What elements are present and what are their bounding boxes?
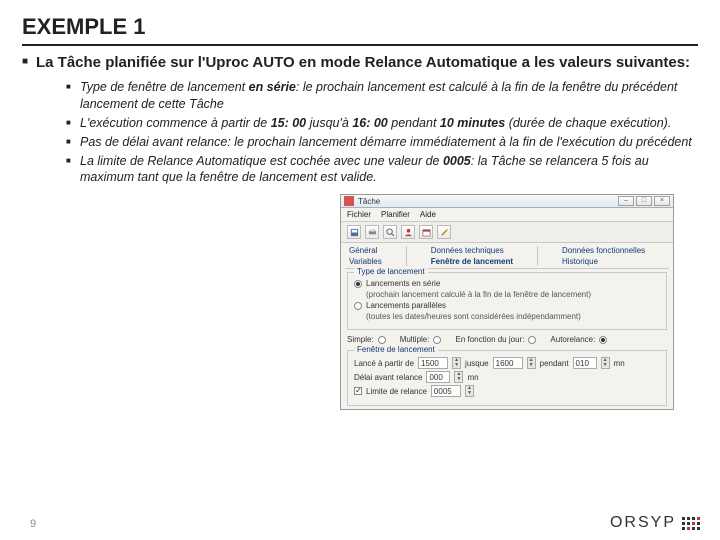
- page-title: EXEMPLE 1: [22, 14, 698, 46]
- window-title: Tâche: [358, 197, 618, 206]
- menu-planifier[interactable]: Planifier: [381, 210, 410, 219]
- input-delai[interactable]: 000: [426, 371, 450, 383]
- input-to[interactable]: 1600: [493, 357, 523, 369]
- spin-delai[interactable]: ▲▼: [454, 371, 463, 383]
- input-minutes[interactable]: 010: [573, 357, 597, 369]
- brand-text: ORSYP: [610, 514, 676, 532]
- radio-parallele-sub: (toutes les dates/heures sont considérée…: [366, 312, 581, 321]
- label-jusque: jusque: [465, 359, 489, 368]
- group-type-lancement: Type de lancement Lancements en série (p…: [347, 272, 667, 330]
- wand-icon[interactable]: [437, 225, 451, 239]
- tab-historique[interactable]: Historique: [562, 257, 645, 266]
- user-icon[interactable]: [401, 225, 415, 239]
- radio-multiple[interactable]: [433, 336, 441, 344]
- preview-icon[interactable]: [383, 225, 397, 239]
- group-fenetre-lancement: Fenêtre de lancement Lancé à partir de 1…: [347, 350, 667, 406]
- label-fonction: En fonction du jour:: [455, 335, 524, 344]
- spin-minutes[interactable]: ▲▼: [601, 357, 610, 369]
- brand-logo: ORSYP: [610, 514, 700, 532]
- input-relance[interactable]: 0005: [431, 385, 461, 397]
- radio-autorelance[interactable]: [599, 336, 607, 344]
- label-delai: Délai avant relance: [354, 373, 422, 382]
- label-simple: Simple:: [347, 335, 374, 344]
- tab-general[interactable]: Général: [349, 246, 382, 255]
- label-mn: mn: [614, 359, 625, 368]
- legend-type: Type de lancement: [354, 267, 428, 276]
- lead-text: La Tâche planifiée sur l'Uproc AUTO en m…: [22, 54, 698, 71]
- minimize-button[interactable]: –: [618, 196, 634, 206]
- spin-from[interactable]: ▲▼: [452, 357, 461, 369]
- radio-simple[interactable]: [378, 336, 386, 344]
- bullet-1: Type de fenêtre de lancement en série: l…: [66, 79, 698, 113]
- calendar-icon[interactable]: [419, 225, 433, 239]
- legend-fenetre: Fenêtre de lancement: [354, 345, 438, 354]
- tab-donnees-techniques[interactable]: Données techniques: [431, 246, 513, 255]
- save-icon[interactable]: [347, 225, 361, 239]
- radio-serie-sub: (prochain lancement calculé à la fin de …: [366, 290, 591, 299]
- tab-donnees-fonctionnelles[interactable]: Données fonctionnelles: [562, 246, 645, 255]
- bullet-4: La limite de Relance Automatique est coc…: [66, 153, 698, 187]
- label-autorelance: Autorelance:: [550, 335, 595, 344]
- brand-dots-icon: [682, 517, 700, 530]
- maximize-button[interactable]: □: [636, 196, 652, 206]
- radio-parallele[interactable]: [354, 302, 362, 310]
- label-pendant: pendant: [540, 359, 569, 368]
- menu-aide[interactable]: Aide: [420, 210, 436, 219]
- toolbar: [341, 222, 673, 243]
- input-from[interactable]: 1500: [418, 357, 448, 369]
- app-icon: [344, 196, 354, 206]
- app-window: Tâche – □ × Fichier Planifier Aide Génér…: [340, 194, 674, 410]
- spin-relance[interactable]: ▲▼: [465, 385, 474, 397]
- close-button[interactable]: ×: [654, 196, 670, 206]
- page-number: 9: [30, 518, 36, 530]
- label-multiple: Multiple:: [400, 335, 430, 344]
- label-relance: Limite de relance: [366, 387, 427, 396]
- label-mn2: mn: [467, 373, 478, 382]
- checkbox-relance[interactable]: [354, 387, 362, 395]
- bullet-3: Pas de délai avant relance: le prochain …: [66, 134, 698, 151]
- tabs: Général Variables Données techniques Fen…: [341, 243, 673, 266]
- print-icon[interactable]: [365, 225, 379, 239]
- radio-serie[interactable]: [354, 280, 362, 288]
- menu-fichier[interactable]: Fichier: [347, 210, 371, 219]
- tab-variables[interactable]: Variables: [349, 257, 382, 266]
- tab-fenetre-lancement[interactable]: Fenêtre de lancement: [431, 257, 513, 266]
- radio-serie-label: Lancements en série: [366, 279, 440, 288]
- bullet-2: L'exécution commence à partir de 15: 00 …: [66, 115, 698, 132]
- radio-parallele-label: Lancements parallèles: [366, 301, 446, 310]
- label-lance: Lancé à partir de: [354, 359, 414, 368]
- bullet-list: Type de fenêtre de lancement en série: l…: [66, 79, 698, 186]
- spin-to[interactable]: ▲▼: [527, 357, 536, 369]
- titlebar: Tâche – □ ×: [341, 195, 673, 208]
- menubar: Fichier Planifier Aide: [341, 208, 673, 222]
- radio-fonction[interactable]: [528, 336, 536, 344]
